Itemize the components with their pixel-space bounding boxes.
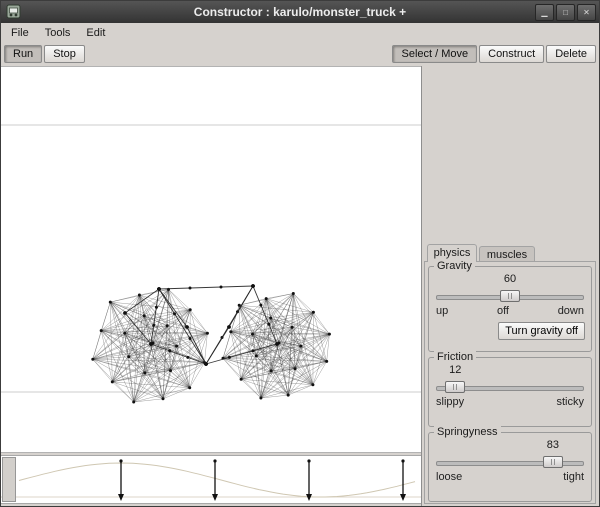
- springyness-slider-handle[interactable]: [542, 456, 563, 468]
- app-window: Constructor : karulo/monster_truck + ▁ □…: [0, 0, 600, 507]
- window-controls: ▁ □ ✕: [535, 4, 596, 21]
- minimize-button-icon[interactable]: ▁: [535, 4, 554, 21]
- friction-scale-labels: slippy sticky: [436, 396, 584, 408]
- friction-label-sticky: sticky: [556, 396, 585, 408]
- gravity-label-off: off: [496, 305, 509, 317]
- settings-panel: physics muscles Gravity 60 up off down T…: [421, 66, 599, 506]
- friction-slider-handle[interactable]: [445, 381, 466, 393]
- gravity-label-up: up: [436, 305, 449, 317]
- gravity-slider-handle[interactable]: [500, 290, 520, 302]
- friction-group: Friction 12 slippy sticky: [428, 351, 592, 427]
- run-button[interactable]: Run: [4, 45, 43, 63]
- springyness-slider[interactable]: [436, 455, 584, 469]
- stop-button[interactable]: Stop: [44, 45, 85, 63]
- construct-button[interactable]: Construct: [479, 45, 545, 63]
- friction-label-slippy: slippy: [436, 396, 465, 408]
- springyness-scale-labels: loose tight: [436, 471, 584, 483]
- construction-canvas[interactable]: [1, 66, 421, 453]
- titlebar[interactable]: Constructor : karulo/monster_truck + ▁ □…: [1, 1, 599, 23]
- maximize-button-icon[interactable]: □: [556, 4, 575, 21]
- friction-group-title: Friction: [434, 351, 477, 363]
- springyness-label-loose: loose: [436, 471, 463, 483]
- select-move-button[interactable]: Select / Move: [392, 45, 478, 63]
- menu-item-file[interactable]: File: [3, 25, 37, 41]
- gravity-group: Gravity 60 up off down Turn gravity off: [428, 260, 592, 352]
- turn-gravity-off-button[interactable]: Turn gravity off: [498, 322, 585, 340]
- menu-item-edit[interactable]: Edit: [78, 25, 113, 41]
- toolbar: Run Stop Select / Move Construct Delete: [1, 42, 599, 66]
- window-title: Constructor : karulo/monster_truck +: [193, 5, 407, 19]
- close-button-icon[interactable]: ✕: [577, 4, 596, 21]
- gravity-slider[interactable]: [436, 289, 584, 303]
- tab-muscles[interactable]: muscles: [479, 246, 535, 262]
- menubar: File Tools Edit: [1, 23, 599, 42]
- menu-item-tools[interactable]: Tools: [37, 25, 79, 41]
- springyness-group: Springyness 83 loose tight: [428, 426, 592, 502]
- gravity-group-title: Gravity: [434, 260, 475, 272]
- gravity-scale-labels: up off down: [436, 305, 584, 317]
- timeline-strip[interactable]: [1, 455, 421, 504]
- simulation-drawing: [1, 124, 421, 404]
- timeline-drawing: [1, 459, 421, 501]
- springyness-group-title: Springyness: [434, 426, 501, 438]
- springyness-value: 83: [546, 439, 560, 451]
- friction-slider[interactable]: [436, 380, 584, 394]
- timeline-scroll-handle[interactable]: [2, 457, 16, 502]
- friction-value: 12: [449, 364, 462, 376]
- gravity-value: 60: [503, 273, 517, 285]
- springyness-label-tight: tight: [563, 471, 584, 483]
- gravity-label-down: down: [557, 305, 584, 317]
- delete-button[interactable]: Delete: [546, 45, 596, 63]
